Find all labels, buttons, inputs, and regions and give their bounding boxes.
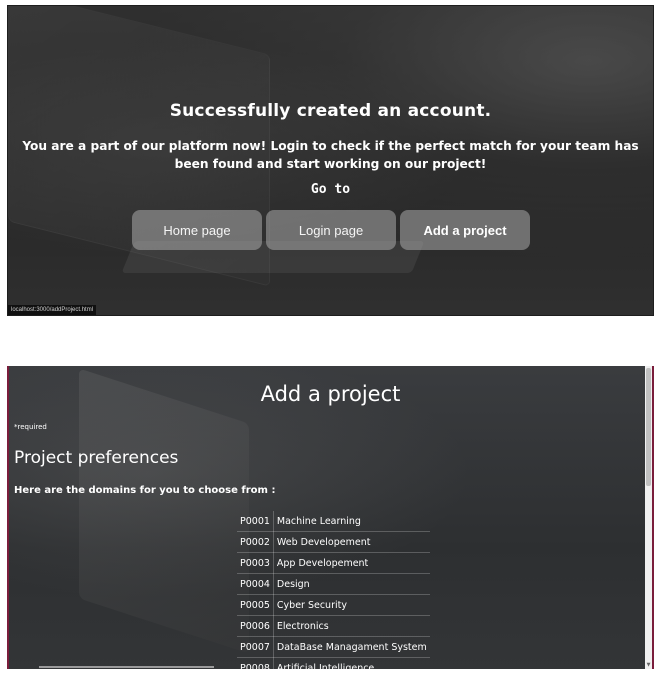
success-message: You are a part of our platform now! Logi… [22,139,639,171]
home-page-button[interactable]: Home page [132,210,262,250]
domain-code: P0001 [237,511,274,532]
vertical-scrollbar[interactable]: ▼ [645,366,652,669]
success-screen: Successfully created an account. You are… [7,5,654,316]
status-bar-url: localhost:3000/addProject.html [8,305,97,315]
domain-name: Design [273,573,430,595]
domain-name: Web Developement [273,531,430,553]
triangle-down-icon[interactable]: ▼ [645,662,652,668]
domain-code: P0002 [237,531,274,553]
domain-code: P0008 [237,657,274,669]
table-row: P0005 Cyber Security [237,594,430,616]
add-project-screen: Add a project *required Project preferen… [7,366,654,669]
domain-code: P0005 [237,594,274,616]
navigation-buttons: Home page Login page Add a project [132,210,530,250]
table-row: P0004 Design [237,573,430,595]
domain-name: App Developement [273,552,430,574]
table-row: P0002 Web Developement [237,531,430,553]
domain-code: P0004 [237,573,274,595]
table-row: P0008 Artificial Intelligence [237,657,430,669]
domain-name: Machine Learning [273,511,430,532]
domain-name: Artificial Intelligence [273,657,430,669]
section-title: Project preferences [14,448,179,468]
table-row: P0003 App Developement [237,552,430,574]
domain-name: DataBase Managament System [273,636,430,658]
table-row: P0006 Electronics [237,615,430,637]
goto-label: Go to [310,182,351,197]
page-title: Add a project [260,382,401,406]
divider [39,666,214,668]
login-page-button[interactable]: Login page [266,210,396,250]
scrollbar-thumb[interactable] [646,368,651,486]
add-project-button[interactable]: Add a project [400,210,530,250]
table-row: P0001 Machine Learning [237,511,430,532]
domains-table: P0001 Machine Learning P0002 Web Develop… [237,511,430,669]
domain-code: P0003 [237,552,274,574]
domain-code: P0006 [237,615,274,637]
domains-intro: Here are the domains for you to choose f… [14,485,276,496]
table-row: P0007 DataBase Managament System [237,636,430,658]
success-title: Successfully created an account. [169,101,492,121]
domain-name: Electronics [273,615,430,637]
domain-name: Cyber Security [273,594,430,616]
required-note: *required [14,423,47,431]
domain-code: P0007 [237,636,274,658]
